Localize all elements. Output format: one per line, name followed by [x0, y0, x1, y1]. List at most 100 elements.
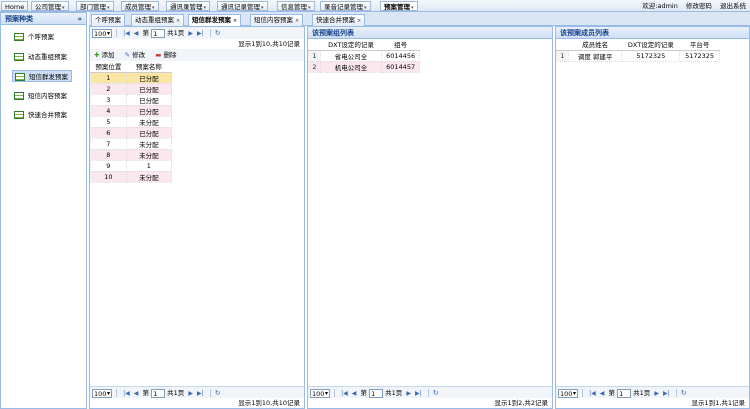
- column-header[interactable]: DXT设定的记录: [621, 39, 680, 51]
- sidebar-item-dynamic-regroup[interactable]: 动态重组预案: [12, 51, 70, 63]
- next-page-icon[interactable]: ▶: [188, 390, 193, 397]
- table-row[interactable]: 3 已分配: [90, 93, 173, 106]
- page-input[interactable]: 1: [369, 388, 384, 398]
- table-row[interactable]: 2 已分配: [90, 82, 173, 95]
- page-size-select[interactable]: 100: [92, 388, 112, 398]
- first-page-icon[interactable]: |◀: [589, 390, 596, 397]
- last-page-icon[interactable]: ▶|: [663, 390, 670, 397]
- table-row[interactable]: 1 省电公司全 6014456: [308, 49, 420, 62]
- chevron-down-icon: ▾: [411, 5, 414, 11]
- nav-company[interactable]: 公司管理▾: [31, 1, 69, 11]
- nav-member[interactable]: 成员管理▾: [121, 1, 159, 11]
- cell-name: 未分配: [125, 137, 173, 150]
- page-size-select[interactable]: 100: [310, 388, 330, 398]
- first-page-icon[interactable]: |◀: [123, 390, 130, 397]
- grid-icon: [14, 111, 24, 119]
- plan-list-pane: 100 |◀ ◀ 第 1 共1页 ▶ ▶| ↻ 显示1到10,共10记录 ✚ 添加 …: [89, 26, 305, 409]
- column-header[interactable]: 组号: [381, 39, 420, 51]
- last-page-icon[interactable]: ▶|: [197, 390, 204, 397]
- sidebar-item-sms-broadcast[interactable]: 短信群发预案: [12, 70, 72, 82]
- cell-position: 3: [90, 93, 127, 106]
- page-input[interactable]: 1: [151, 28, 166, 38]
- minus-icon: ▬: [155, 51, 162, 59]
- table-row[interactable]: 10 未分配: [90, 170, 173, 183]
- nav-address-book[interactable]: 通讯录管理▾: [166, 1, 211, 11]
- refresh-icon[interactable]: ↻: [215, 29, 221, 37]
- nav-messages[interactable]: 信息管理▾: [277, 1, 315, 11]
- prev-page-icon[interactable]: ◀: [134, 30, 139, 37]
- tab-label: 短信内容预案: [254, 16, 293, 24]
- cell-group-name: 机电公司全: [319, 60, 383, 73]
- grid-icon: [14, 53, 24, 61]
- tab-sms-content[interactable]: 短信内容预案 ×: [250, 14, 304, 26]
- page-input[interactable]: 1: [617, 388, 632, 398]
- next-page-icon[interactable]: ▶: [188, 30, 193, 37]
- first-page-icon[interactable]: |◀: [123, 30, 130, 37]
- nav-call-records[interactable]: 通讯记录管理▾: [217, 1, 268, 11]
- add-button[interactable]: ✚ 添加: [94, 51, 115, 59]
- page-input[interactable]: 1: [151, 388, 166, 398]
- table-row[interactable]: 91: [90, 159, 173, 172]
- table-row[interactable]: 4 已分配: [90, 104, 173, 117]
- nav-plans[interactable]: 预案管理▾: [380, 1, 418, 11]
- page-size-select[interactable]: 100: [92, 28, 112, 38]
- pager-bottom: 100 |◀ ◀ 第 1 共1页 ▶ ▶| ↻: [556, 386, 749, 398]
- logout-link[interactable]: 退出系统: [720, 2, 746, 10]
- total-pages: 共1页: [385, 389, 403, 397]
- next-page-icon[interactable]: ▶: [406, 390, 411, 397]
- close-icon[interactable]: ×: [176, 18, 180, 24]
- table-row[interactable]: 1 已分配: [90, 71, 173, 84]
- edit-button[interactable]: ✎ 修改: [125, 51, 146, 59]
- cell-position: 1: [90, 71, 127, 84]
- refresh-icon[interactable]: ↻: [215, 389, 221, 397]
- toolbar: ✚ 添加 ✎ 修改 ▬ 删除: [90, 49, 304, 61]
- sidebar-item-label: 短信群发预案: [29, 73, 68, 81]
- chevron-down-icon: ▾: [364, 5, 367, 11]
- table-row[interactable]: 1 调度 郭建平 5172325 5172325: [556, 49, 720, 62]
- last-page-icon[interactable]: ▶|: [415, 390, 422, 397]
- tab-quick-merge[interactable]: 快速合并预案 ×: [312, 14, 366, 26]
- record-status: 显示1到10,共10记录: [90, 398, 304, 408]
- close-icon[interactable]: ×: [295, 18, 299, 24]
- nav-recordings[interactable]: 录音记录管理▾: [320, 1, 371, 11]
- first-page-icon[interactable]: |◀: [341, 390, 348, 397]
- close-icon[interactable]: ×: [357, 18, 361, 24]
- tab-dynamic-regroup[interactable]: 动态重组预案 ×: [131, 14, 185, 26]
- table-row[interactable]: 8 未分配: [90, 148, 173, 161]
- tab-label: 快速合并预案: [316, 16, 355, 24]
- column-header[interactable]: 平台号: [679, 39, 720, 51]
- column-header[interactable]: 预案位置: [90, 61, 127, 73]
- table-row[interactable]: 2 机电公司全 6014457: [308, 60, 420, 73]
- table-row[interactable]: 7 未分配: [90, 137, 173, 150]
- separator: [116, 29, 118, 37]
- table-row[interactable]: 5 未分配: [90, 115, 173, 128]
- cell-dxt-record: 5172325: [621, 49, 681, 62]
- grid-icon: [15, 73, 25, 81]
- pager-bottom: 100 |◀ ◀ 第 1 共1页 ▶ ▶| ↻: [90, 386, 304, 398]
- nav-home[interactable]: Home: [1, 1, 29, 11]
- prev-page-icon[interactable]: ◀: [134, 390, 139, 397]
- prev-page-icon[interactable]: ◀: [352, 390, 357, 397]
- close-icon[interactable]: ×: [233, 18, 237, 24]
- tab-individual-call[interactable]: 个呼预案: [91, 14, 125, 26]
- edit-label: 修改: [132, 51, 146, 59]
- next-page-icon[interactable]: ▶: [654, 390, 659, 397]
- add-label: 添加: [101, 51, 115, 59]
- collapse-icon[interactable]: «: [77, 13, 82, 25]
- delete-button[interactable]: ▬ 删除: [155, 51, 176, 59]
- column-header[interactable]: 成员姓名: [568, 39, 622, 51]
- refresh-icon[interactable]: ↻: [681, 389, 687, 397]
- page-size-select[interactable]: 100: [558, 388, 578, 398]
- sidebar-item-quick-merge[interactable]: 快速合并预案: [12, 109, 70, 121]
- nav-department[interactable]: 部门管理▾: [76, 1, 114, 11]
- prev-page-icon[interactable]: ◀: [600, 390, 605, 397]
- change-password-link[interactable]: 修改密码: [686, 2, 712, 10]
- column-header[interactable]: DXT设定的记录: [320, 39, 382, 51]
- refresh-icon[interactable]: ↻: [433, 389, 439, 397]
- sidebar-item-individual-call[interactable]: 个呼预案: [12, 31, 57, 43]
- column-header[interactable]: 预案名称: [126, 61, 172, 73]
- table-row[interactable]: 6 已分配: [90, 126, 173, 139]
- sidebar-item-sms-content[interactable]: 短信内容预案: [12, 90, 70, 102]
- last-page-icon[interactable]: ▶|: [197, 30, 204, 37]
- cell-group-id: 6014457: [381, 60, 420, 73]
